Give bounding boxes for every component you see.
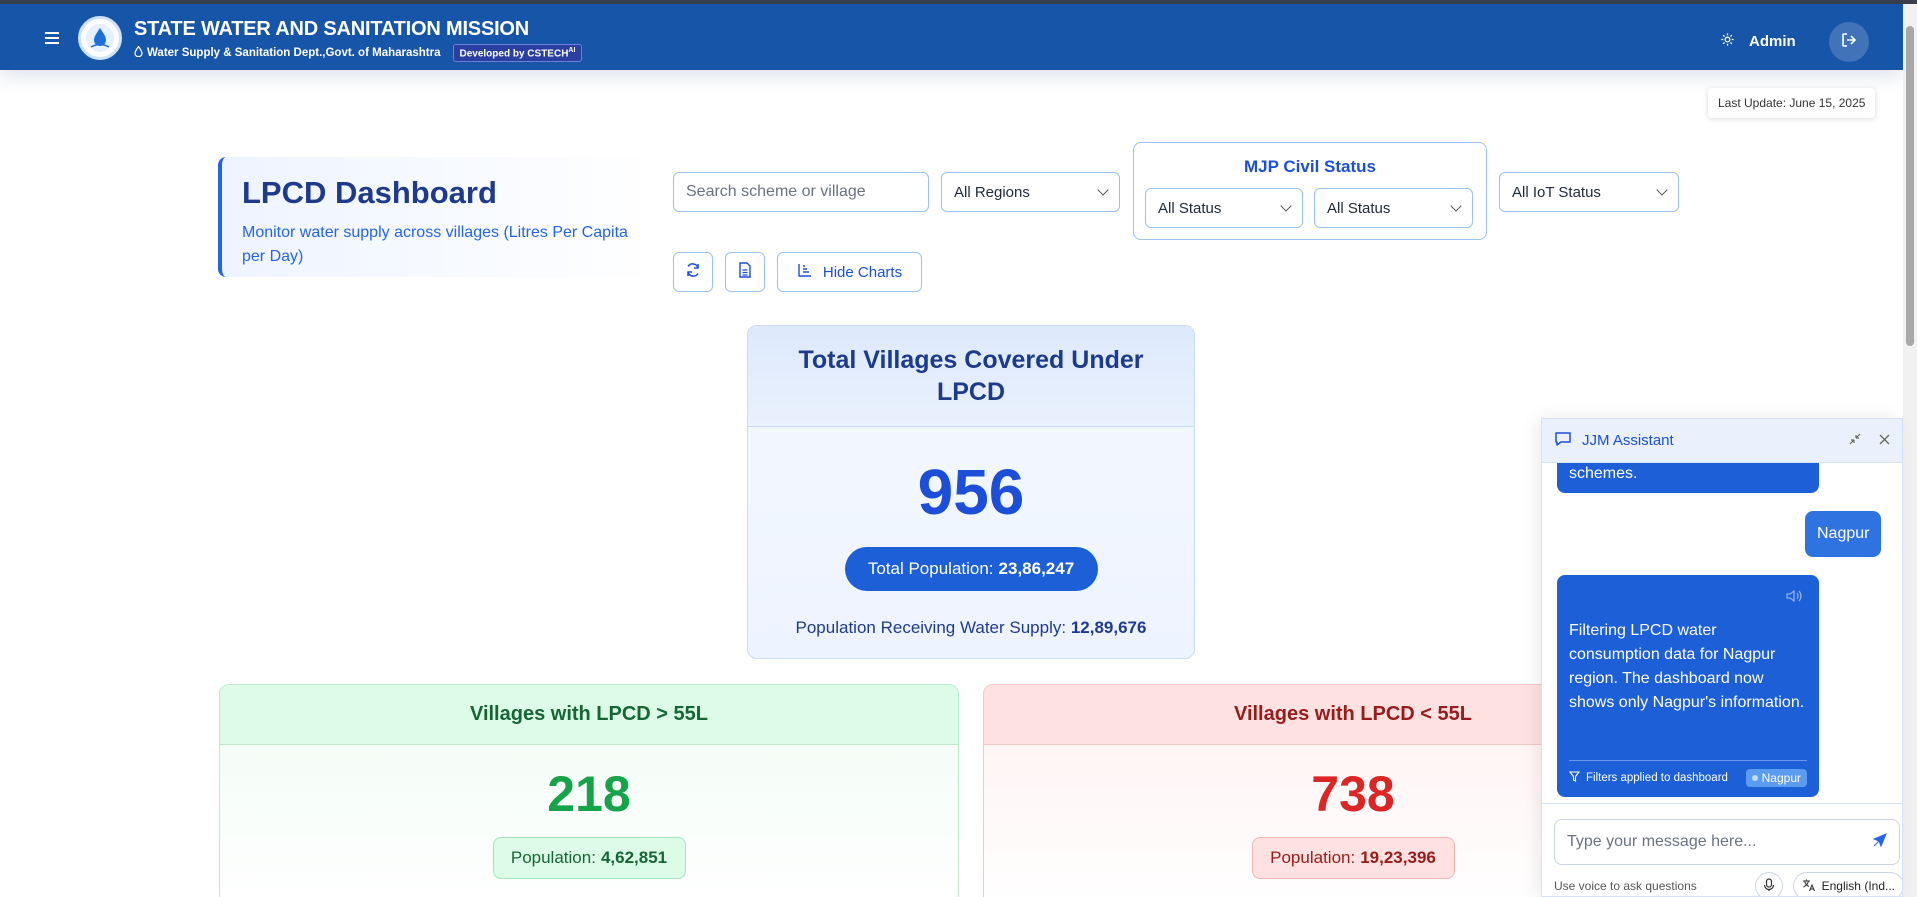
- total-population-pill: Total Population: 23,86,247: [844, 547, 1098, 591]
- app-subtitle-row: Water Supply & Sanitation Dept.,Govt. of…: [134, 44, 583, 63]
- chevron-down-icon: [1450, 200, 1462, 212]
- population-receiving-row: Population Receiving Water Supply: 12,89…: [748, 618, 1194, 638]
- total-population-label: Total Population:: [867, 559, 994, 578]
- last-update-label: Last Update: June 15, 2025: [1708, 88, 1876, 118]
- mjp-civil-status-title: MJP Civil Status: [1244, 157, 1376, 176]
- chat-divider: [1542, 803, 1902, 804]
- total-villages-value: 956: [917, 456, 1025, 528]
- bot-message-previous: schemes.: [1557, 463, 1819, 493]
- chevron-down-icon: [1280, 200, 1292, 212]
- page-scrollbar[interactable]: [1903, 4, 1917, 897]
- app-header: STATE WATER AND SANITATION MISSION Water…: [0, 4, 1903, 70]
- chat-title: JJM Assistant: [1582, 432, 1674, 449]
- mjp-status-select-2[interactable]: All Status: [1314, 188, 1473, 228]
- bot-message: Filtering LPCD water consumption data fo…: [1557, 575, 1819, 797]
- search-box[interactable]: [673, 172, 929, 212]
- total-villages-title: Total Villages Covered Under LPCD: [748, 326, 1194, 427]
- population-value: 19,23,396: [1360, 848, 1436, 867]
- chevron-down-icon: [1097, 184, 1109, 196]
- iot-status-select-value: All IoT Status: [1512, 183, 1601, 201]
- villages-above-55l-card: Villages with LPCD > 55L 218 Population:…: [219, 684, 959, 897]
- mission-logo: [78, 16, 122, 60]
- page-title-card: LPCD Dashboard Monitor water supply acro…: [218, 157, 658, 277]
- refresh-icon: [685, 262, 701, 282]
- region-select[interactable]: All Regions: [941, 172, 1120, 212]
- page-description: Monitor water supply across villages (Li…: [242, 224, 628, 265]
- hide-charts-button[interactable]: Hide Charts: [777, 252, 922, 292]
- export-report-button[interactable]: [725, 252, 765, 292]
- translate-icon: [1802, 878, 1816, 895]
- mjp-status-select-1-value: All Status: [1158, 199, 1222, 217]
- filter-tag: Nagpur: [1745, 769, 1807, 787]
- logout-icon: [1840, 31, 1858, 54]
- villages-above-55l-title: Villages with LPCD > 55L: [220, 685, 958, 745]
- bot-message-text: Filtering LPCD water consumption data fo…: [1569, 622, 1805, 711]
- chat-icon: [1554, 430, 1572, 452]
- chat-input-box[interactable]: [1554, 819, 1900, 865]
- developer-badge: Developed by CSTECHAI: [452, 44, 583, 63]
- chat-message-input[interactable]: [1567, 833, 1865, 851]
- admin-menu[interactable]: Admin: [1720, 32, 1796, 51]
- region-select-value: All Regions: [954, 183, 1030, 201]
- filter-icon: [1568, 771, 1581, 785]
- jjm-assistant-panel: JJM Assistant schemes. Nagpur Filtering …: [1541, 418, 1903, 897]
- mic-button[interactable]: [1754, 872, 1783, 896]
- population-value: 4,62,851: [600, 848, 668, 867]
- population-label: Population:: [1270, 848, 1356, 867]
- voice-hint: Use voice to ask questions: [1554, 879, 1697, 893]
- menu-icon[interactable]: [42, 30, 62, 46]
- app-title: STATE WATER AND SANITATION MISSION: [134, 18, 530, 40]
- population-label: Population:: [510, 848, 596, 867]
- villages-above-55l-value: 218: [547, 766, 631, 822]
- mjp-status-select-1[interactable]: All Status: [1145, 188, 1303, 228]
- bar-chart-icon: [797, 262, 813, 282]
- hide-charts-label: Hide Charts: [822, 263, 903, 281]
- chevron-down-icon: [1656, 184, 1668, 196]
- page-title: LPCD Dashboard: [242, 175, 497, 210]
- gear-icon: [1720, 32, 1735, 51]
- refresh-button[interactable]: [673, 252, 713, 292]
- total-population-value: 23,86,247: [998, 559, 1075, 578]
- iot-status-select[interactable]: All IoT Status: [1499, 172, 1679, 212]
- filters-applied-row: Filters applied to dashboard Nagpur: [1568, 760, 1807, 787]
- population-receiving-label: Population Receiving Water Supply:: [795, 618, 1067, 637]
- admin-label: Admin: [1749, 33, 1796, 50]
- water-drop-icon: [134, 45, 143, 60]
- minimize-icon[interactable]: [1849, 432, 1861, 449]
- villages-above-55l-population: Population: 4,62,851: [492, 837, 686, 879]
- total-villages-card: Total Villages Covered Under LPCD 956 To…: [747, 325, 1195, 659]
- app-subtitle: Water Supply & Sanitation Dept.,Govt. of…: [147, 47, 441, 60]
- language-select[interactable]: English (Ind...: [1792, 872, 1902, 896]
- document-icon: [738, 262, 752, 282]
- filters-applied-label: Filters applied to dashboard: [1586, 772, 1728, 784]
- speaker-icon[interactable]: [1785, 589, 1803, 608]
- filter-tag-label: Nagpur: [1761, 771, 1801, 785]
- villages-below-55l-population: Population: 19,23,396: [1251, 837, 1455, 879]
- close-icon[interactable]: [1879, 432, 1890, 449]
- user-message: Nagpur: [1805, 511, 1882, 557]
- mic-icon: [1763, 877, 1775, 895]
- chat-footer: Use voice to ask questions English (Ind.…: [1554, 872, 1902, 896]
- mjp-status-select-2-value: All Status: [1327, 199, 1391, 217]
- population-receiving-value: 12,89,676: [1070, 618, 1147, 637]
- send-icon[interactable]: [1872, 832, 1887, 852]
- chat-header: JJM Assistant: [1542, 419, 1902, 463]
- logout-button[interactable]: [1829, 22, 1869, 62]
- language-label: English (Ind...: [1821, 879, 1895, 893]
- search-input[interactable]: [686, 183, 916, 201]
- scrollbar-thumb[interactable]: [1906, 26, 1914, 346]
- bot-message-previous-text: schemes.: [1569, 465, 1638, 482]
